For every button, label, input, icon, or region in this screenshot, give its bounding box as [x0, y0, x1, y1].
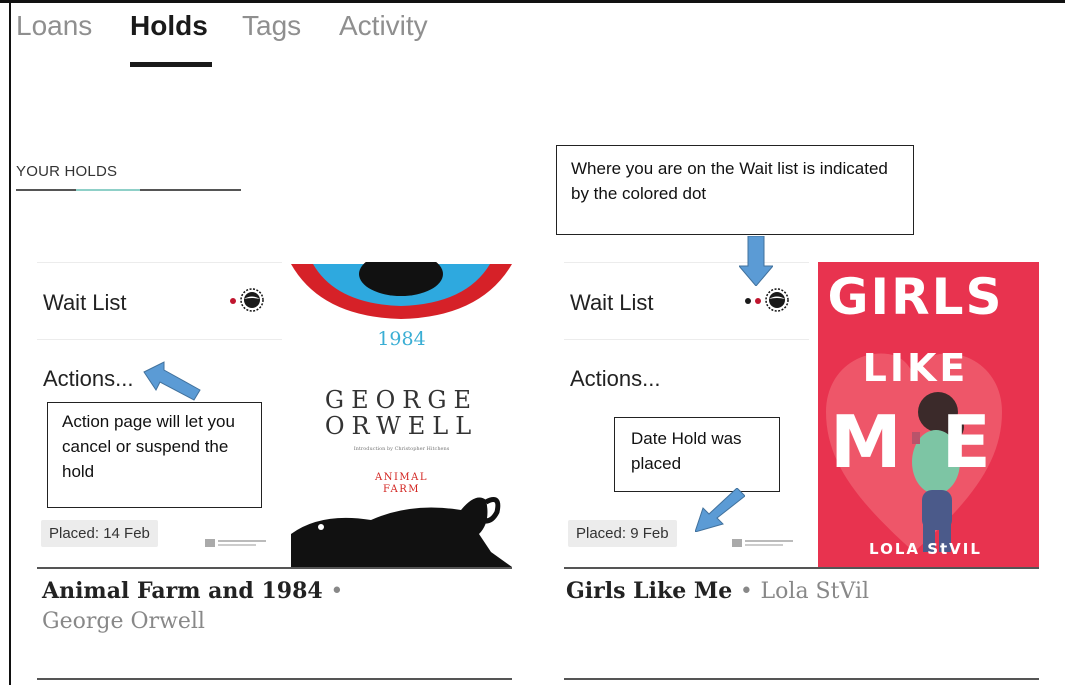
cover-intro: Introduction by Christopher Hitchens [353, 446, 450, 452]
card-divider [564, 567, 1039, 569]
tab-tags[interactable]: Tags [242, 10, 301, 42]
title-text: Animal Farm and 1984 [42, 578, 323, 604]
cover-author-last: ORWELL [324, 412, 479, 440]
waitlist-callout: Where you are on the Wait list is indica… [556, 145, 914, 235]
cover-title-line1: GIRLS [827, 268, 1004, 326]
book-cover[interactable]: 1984 GEORGE ORWELL Introduction by Chris… [291, 262, 512, 567]
position-dot [230, 298, 236, 304]
tab-activity[interactable]: Activity [339, 10, 428, 42]
library-logo [205, 539, 266, 547]
book-cover[interactable]: GIRLS LIKE ME LOLA StVIL [818, 262, 1039, 567]
actions-callout: Action page will let you cancel or suspe… [47, 402, 262, 508]
cover-title-line3: ME [830, 400, 1031, 484]
cover-title-line2: LIKE [862, 346, 969, 390]
hold-details: Wait List Actions... Placed: 9 Feb [564, 262, 809, 567]
frame-left-border [9, 0, 11, 685]
section-heading: YOUR HOLDS [16, 163, 118, 180]
active-tab-indicator [130, 62, 212, 67]
divider [37, 339, 282, 340]
position-dot [755, 298, 761, 304]
title-text: Girls Like Me [566, 578, 733, 604]
placed-date-badge: Placed: 9 Feb [568, 520, 677, 547]
list-divider [564, 678, 1039, 680]
book-author[interactable]: George Orwell [42, 609, 205, 634]
cover-title-line1: ANIMAL [374, 472, 429, 483]
arrow-icon [695, 488, 745, 532]
wait-list-icon [240, 288, 264, 312]
arrow-icon [143, 361, 201, 401]
placed-date-badge: Placed: 14 Feb [41, 520, 158, 547]
cover-title-line2: FARM [382, 484, 421, 495]
divider [564, 339, 809, 340]
book-author: Lola StVil [760, 579, 870, 604]
cover-author-first: GEORGE [324, 386, 479, 414]
frame-top-border [0, 0, 1065, 3]
cover-author: LOLA StVIL [869, 540, 982, 558]
date-callout: Date Hold was placed [614, 417, 780, 492]
title-separator: • [739, 579, 753, 604]
position-dot [745, 298, 751, 304]
book-title[interactable]: Girls Like Me • Lola StVil [566, 578, 869, 604]
card-divider [37, 567, 512, 569]
tab-loans[interactable]: Loans [16, 10, 92, 42]
section-divider-accent [76, 189, 140, 191]
title-separator: • [330, 579, 344, 604]
library-logo [732, 539, 793, 547]
divider [37, 262, 282, 263]
tab-holds[interactable]: Holds [130, 10, 208, 42]
book-title[interactable]: Animal Farm and 1984 • [42, 578, 343, 604]
wait-list-button[interactable]: Wait List [570, 290, 654, 316]
list-divider [37, 678, 512, 680]
wait-list-button[interactable]: Wait List [43, 290, 127, 316]
actions-button[interactable]: Actions... [570, 366, 660, 392]
cover-title-1984: 1984 [377, 328, 426, 350]
down-arrow-icon [739, 236, 773, 286]
wait-list-icon [765, 288, 789, 312]
actions-button[interactable]: Actions... [43, 366, 133, 392]
hold-card: Wait List Actions... Placed: 9 Feb GIRLS… [564, 262, 1039, 569]
